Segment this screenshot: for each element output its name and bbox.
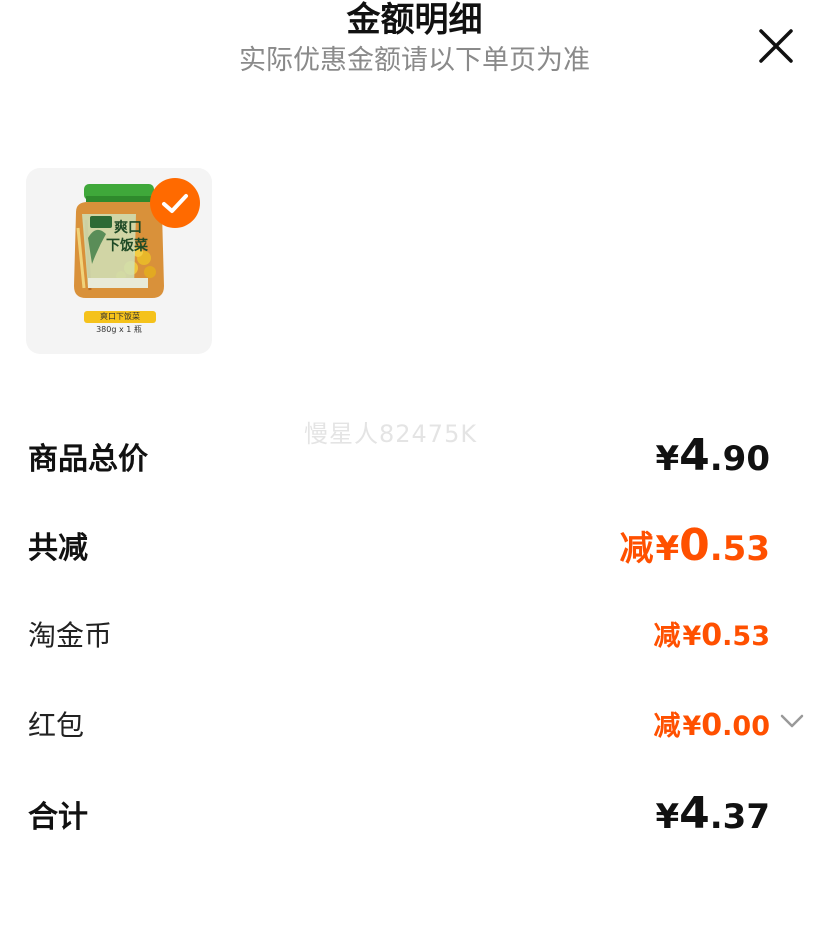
hongbao-amount[interactable]: 减¥0.00 (653, 704, 770, 743)
sum-label: 合计 (28, 800, 88, 835)
sum-amount: ¥4.37 (655, 788, 770, 839)
product-qty-label: 380g x 1 瓶 (96, 325, 142, 334)
page-subtitle: 实际优惠金额请以下单页为准 (239, 45, 590, 76)
total-price-label: 商品总价 (28, 442, 148, 477)
product-name-label: 爽口下饭菜 (84, 311, 156, 323)
taojinbi-amount: 减¥0.53 (653, 618, 770, 653)
discount-amount: 减¥0.53 (619, 520, 770, 571)
page-title: 金额明细 (346, 0, 483, 40)
total-price-amount: ¥4.90 (655, 430, 770, 481)
watermark: 慢星人82475K (304, 420, 478, 448)
check-icon[interactable] (150, 178, 200, 228)
chevron-down-icon[interactable] (780, 712, 804, 730)
jar-text-2: 下饭菜 (106, 237, 149, 254)
discount-label: 共减 (28, 531, 88, 566)
close-icon[interactable] (756, 26, 796, 66)
jar-text-1: 爽口 (114, 220, 142, 236)
hongbao-label: 红包 (28, 709, 85, 742)
taojinbi-label: 淘金币 (28, 619, 113, 652)
